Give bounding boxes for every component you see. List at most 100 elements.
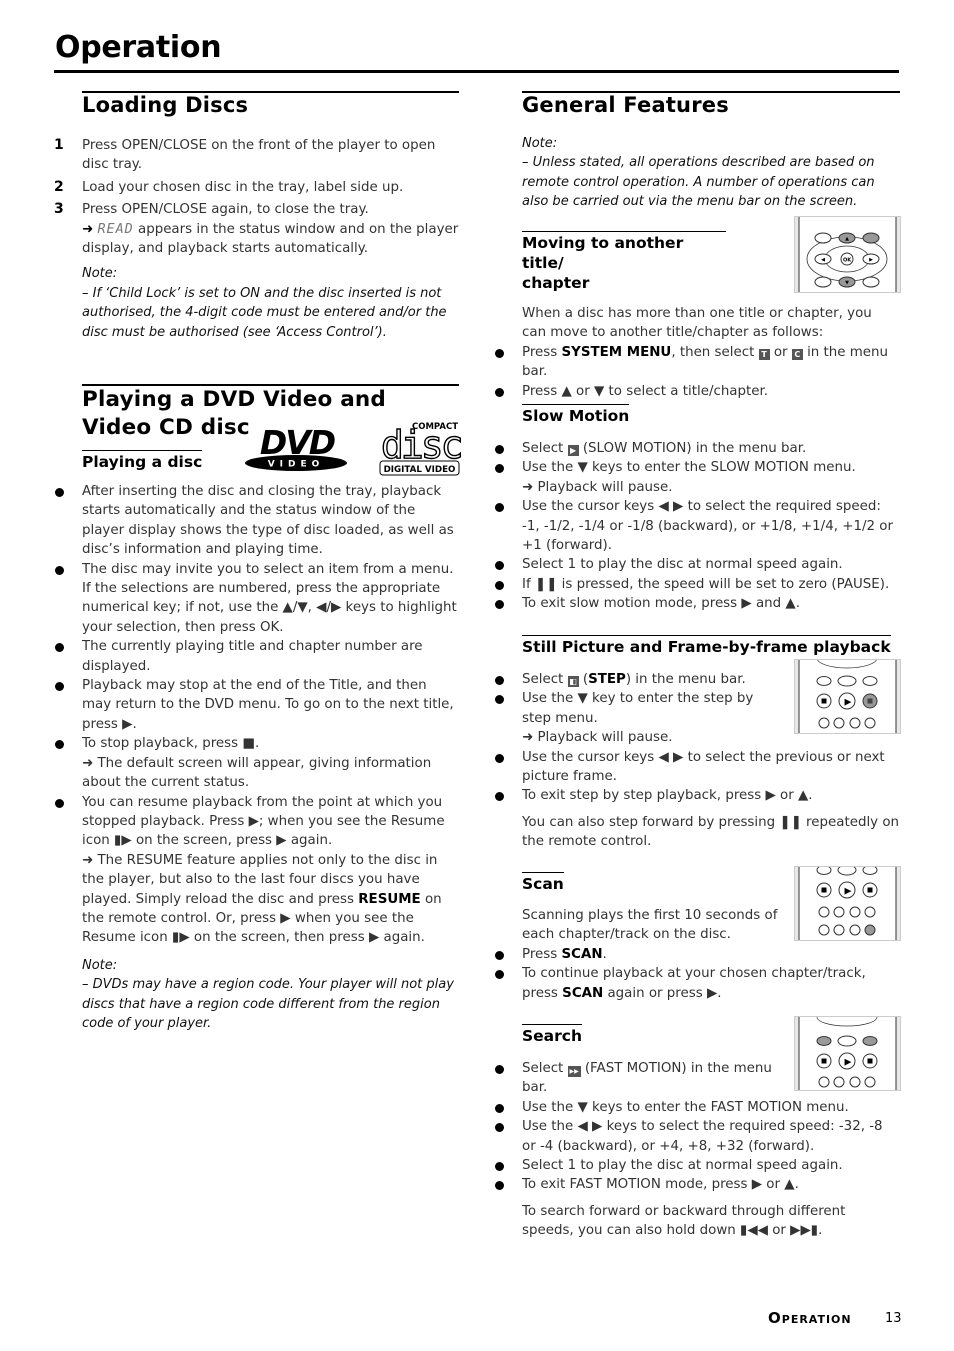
bullet-icon bbox=[495, 464, 504, 474]
region-note: Note: – DVDs may have a region code. You… bbox=[82, 956, 459, 1034]
step-text: Load your chosen disc in the tray, label… bbox=[82, 179, 404, 195]
general-features-heading: General Features bbox=[522, 91, 900, 118]
scan-heading: Scan bbox=[522, 872, 564, 894]
bullet-icon bbox=[495, 348, 504, 358]
list-item-text: To stop playback, press ■. bbox=[82, 736, 260, 752]
footer-section-label: Operation bbox=[768, 1309, 852, 1327]
svg-text:▶: ▶ bbox=[845, 698, 852, 708]
step-text: Press OPEN/CLOSE again, to close the tra… bbox=[82, 202, 369, 218]
note-text: – DVDs may have a region code. Your play… bbox=[82, 977, 454, 1031]
bullet-icon bbox=[55, 682, 64, 692]
list-item-result: ➜ Playback will pause. bbox=[522, 479, 673, 495]
search-extra: To search forward or backward through di… bbox=[522, 1203, 846, 1239]
still-picture-heading: Still Picture and Frame-by-frame playbac… bbox=[522, 635, 891, 657]
moving-heading: Moving to another title/ chapter bbox=[522, 231, 726, 293]
note-label: Note: bbox=[82, 957, 118, 973]
list-item: Use the ▼ keys to enter the SLOW MOTION … bbox=[494, 458, 900, 497]
scan-key-label: SCAN bbox=[562, 985, 604, 1001]
still-picture-extra: You can also step forward by pressing ❚❚… bbox=[522, 814, 900, 850]
list-item: Use the ▼ key to enter the step by step … bbox=[494, 689, 784, 747]
svg-text:OK: OK bbox=[843, 258, 852, 264]
list-item: If ❚❚ is pressed, the speed will be set … bbox=[494, 575, 900, 594]
bullet-icon bbox=[495, 695, 504, 705]
list-item-text: Use the cursor keys ◀ ▶ to select the pr… bbox=[522, 749, 885, 785]
page-title: Operation bbox=[55, 30, 222, 65]
text: (SLOW MOTION) in the menu bar. bbox=[578, 441, 807, 456]
bullet-icon bbox=[495, 950, 504, 960]
moving-list: Press SYSTEM MENU, then select T or C in… bbox=[494, 343, 900, 401]
list-item: You can resume playback from the point a… bbox=[54, 793, 459, 948]
slow-motion-heading: Slow Motion bbox=[522, 404, 630, 426]
step-result: ➜ READ appears in the status window and … bbox=[82, 220, 459, 259]
fast-motion-icon: ▶▶ bbox=[567, 1066, 581, 1077]
list-item-text: To exit FAST MOTION mode, press ▶ or ▲. bbox=[522, 1177, 799, 1193]
bullet-icon bbox=[495, 970, 504, 980]
remote-step-image: ▶ bbox=[794, 659, 901, 734]
list-item: Select ▶▶ (FAST MOTION) in the menu bar. bbox=[494, 1059, 784, 1098]
list-item-text: Select 1 to play the disc at normal spee… bbox=[522, 557, 843, 573]
list-item: Select 1 to play the disc at normal spee… bbox=[494, 1156, 900, 1175]
text: ) in the menu bar. bbox=[625, 672, 746, 687]
loading-discs-heading: Loading Discs bbox=[82, 91, 459, 118]
list-item: Select 1 to play the disc at normal spee… bbox=[494, 555, 900, 574]
remote-scan-drawing: ▶ bbox=[798, 867, 897, 940]
playing-disc-subheading: Playing a disc bbox=[82, 450, 203, 472]
list-item: To stop playback, press ■. ➜ The default … bbox=[54, 734, 459, 792]
heading-line: chapter bbox=[522, 274, 590, 292]
list-item-text: Use the ▼ key to enter the step by step … bbox=[522, 691, 754, 726]
still-picture-list-cont: Use the cursor keys ◀ ▶ to select the pr… bbox=[494, 748, 900, 806]
list-item: To exit FAST MOTION mode, press ▶ or ▲. bbox=[494, 1175, 900, 1194]
list-item: Press SYSTEM MENU, then select T or C in… bbox=[494, 343, 900, 382]
search-list-cont: Use the ▼ keys to enter the FAST MOTION … bbox=[494, 1098, 900, 1195]
list-item-result: ➜ The RESUME feature applies not only to… bbox=[82, 851, 459, 948]
step-text: Press OPEN/CLOSE on the front of the pla… bbox=[82, 138, 436, 173]
text: . bbox=[602, 946, 607, 962]
remote-search-image: ▶ bbox=[794, 1016, 901, 1091]
still-picture-list: Select ◧ (STEP) in the menu bar. Use the… bbox=[494, 670, 784, 748]
text: Press bbox=[522, 344, 562, 360]
general-note: Note: – Unless stated, all operations de… bbox=[522, 134, 900, 212]
chapter-icon: C bbox=[791, 348, 803, 360]
list-item: Use the cursor keys ◀ ▶ to select the pr… bbox=[494, 748, 900, 787]
bullet-icon bbox=[495, 600, 504, 610]
bullet-icon bbox=[55, 740, 64, 750]
bullet-icon bbox=[495, 445, 504, 454]
page-number: 13 bbox=[885, 1311, 902, 1326]
note-label: Note: bbox=[82, 266, 118, 282]
list-item: Use the ▼ keys to enter the FAST MOTION … bbox=[494, 1098, 900, 1117]
bullet-icon bbox=[55, 565, 64, 575]
heading-line: Moving to another title/ bbox=[522, 234, 684, 272]
note-label: Note: bbox=[522, 136, 558, 151]
list-item-text: The disc may invite you to select an ite… bbox=[82, 561, 457, 635]
text: Select bbox=[522, 1061, 568, 1076]
slow-motion-section: Slow Motion Select ▶ (SLOW MOTION) in th… bbox=[494, 404, 900, 614]
search-heading: Search bbox=[522, 1024, 583, 1046]
list-item: Select ▶ (SLOW MOTION) in the menu bar. bbox=[494, 439, 900, 458]
playing-dvd-section: Playing a DVD Video and Video CD disc DV… bbox=[54, 384, 461, 1034]
resume-key-label: RESUME bbox=[358, 891, 421, 907]
loading-note: Note: – If ‘Child Lock’ is set to ON and… bbox=[82, 264, 459, 342]
dvd-video-logo: DVD VIDEO bbox=[245, 424, 347, 471]
title-icon: T bbox=[758, 348, 770, 360]
bullet-icon bbox=[55, 643, 64, 653]
step-label: STEP bbox=[588, 672, 626, 687]
remote-scan-image: ▶ bbox=[794, 866, 901, 941]
list-item: The currently playing title and chapter … bbox=[54, 637, 459, 676]
result-text: appears in the status window and on the … bbox=[82, 221, 459, 257]
moving-intro: When a disc has more than one title or c… bbox=[522, 306, 872, 341]
bullet-icon bbox=[495, 753, 504, 763]
note-text: – If ‘Child Lock’ is set to ON and the d… bbox=[82, 285, 447, 340]
text: ( bbox=[578, 672, 589, 687]
step-number: 1 bbox=[54, 137, 64, 153]
remote-navigation-image: OK ▲ ▼ ◀ ▶ bbox=[794, 216, 901, 293]
list-item-text: Use the ▼ keys to enter the FAST MOTION … bbox=[522, 1099, 849, 1115]
list-item: To exit step by step playback, press ▶ o… bbox=[494, 786, 900, 805]
svg-text:▶: ▶ bbox=[845, 887, 852, 897]
bullet-icon bbox=[55, 488, 64, 497]
bullet-icon bbox=[495, 1181, 504, 1191]
title-rule bbox=[54, 70, 899, 73]
loading-discs-section: Loading Discs 1 Press OPEN/CLOSE on the … bbox=[54, 91, 459, 342]
svg-text:▼: ▼ bbox=[845, 280, 849, 286]
list-item: Press SCAN. bbox=[494, 945, 900, 964]
bullet-icon bbox=[495, 561, 504, 571]
